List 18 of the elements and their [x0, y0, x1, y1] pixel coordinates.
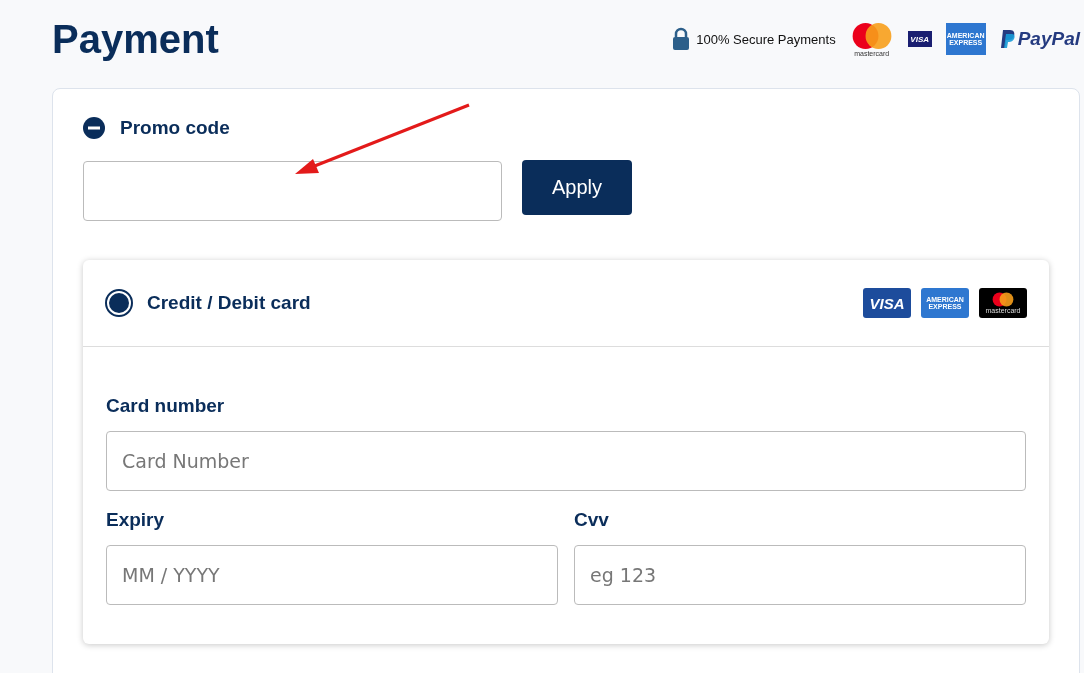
- apply-button[interactable]: Apply: [522, 160, 632, 215]
- radio-button[interactable]: [105, 289, 133, 317]
- paypal-logo: PayPal: [999, 28, 1080, 50]
- text-field[interactable]: MM / YYYY: [106, 545, 558, 605]
- visa-logo: VISA: [907, 31, 932, 47]
- lock-icon: [672, 27, 691, 51]
- text-field[interactable]: Card Number: [106, 431, 1026, 491]
- credit-debit-card-label: Credit / Debit card: [147, 292, 311, 314]
- page-title: Payment: [52, 16, 219, 62]
- promo-code-field[interactable]: [83, 161, 502, 221]
- field-label: Card number: [106, 395, 226, 417]
- secure-payments-text: 100% Secure Payments: [696, 31, 836, 47]
- text-field[interactable]: eg 123: [574, 545, 1026, 605]
- field-label: Cvv: [574, 509, 610, 531]
- visa-logo: VISA: [863, 288, 911, 318]
- field-label: Expiry: [106, 509, 166, 531]
- minus-circle-icon[interactable]: [83, 117, 105, 139]
- promo-code-label: Promo code: [120, 117, 230, 139]
